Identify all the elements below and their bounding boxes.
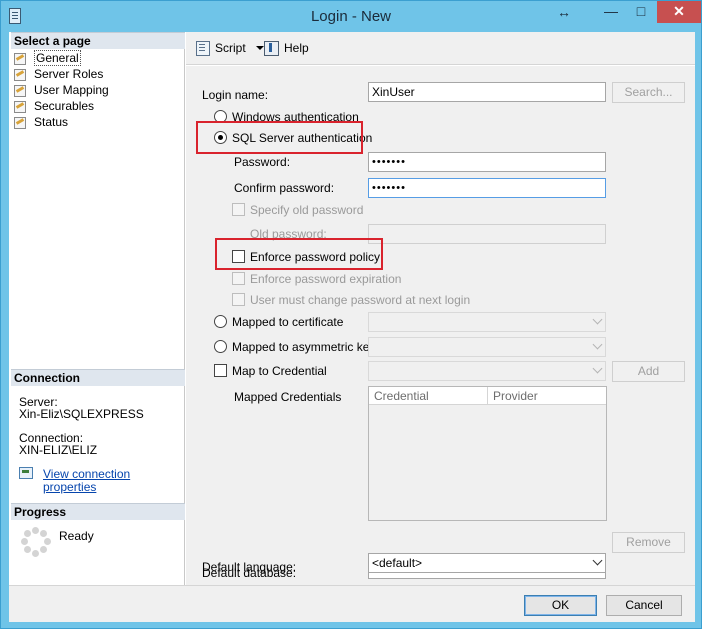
page-icon	[13, 100, 27, 113]
help-button[interactable]: Help	[264, 40, 309, 56]
script-icon	[195, 40, 211, 56]
nav-label: User Mapping	[34, 83, 109, 97]
toolbar: Script Help	[186, 32, 695, 65]
search-button[interactable]: Search...	[612, 82, 685, 103]
map-to-credential-checkbox[interactable]	[214, 364, 227, 377]
mapped-to-certificate-radio[interactable]	[214, 315, 227, 328]
certificate-select[interactable]	[368, 312, 606, 332]
ok-button[interactable]: OK	[524, 595, 597, 616]
nav-item-server-roles[interactable]: Server Roles	[13, 66, 109, 82]
page-nav: General Server Roles User Mapping Secura…	[13, 50, 109, 130]
password-input[interactable]: •••••••	[368, 152, 606, 172]
select-page-header: Select a page	[11, 32, 185, 49]
remove-credential-button[interactable]: Remove	[612, 532, 685, 553]
default-language-label: Default language:	[202, 560, 297, 574]
script-label: Script	[215, 40, 246, 55]
specify-old-password-checkbox[interactable]	[232, 203, 245, 216]
password-label: Password:	[234, 155, 291, 169]
must-change-password-label: User must change password at next login	[250, 293, 471, 307]
mapped-to-certificate-label: Mapped to certificate	[232, 315, 344, 329]
window-title: Login - New	[310, 8, 392, 25]
confirm-password-label: Confirm password:	[234, 181, 335, 195]
grid-column-credential[interactable]: Credential	[369, 387, 488, 405]
help-label: Help	[284, 40, 309, 55]
enforce-password-policy-checkbox[interactable]	[232, 250, 245, 263]
mapped-credentials-label: Mapped Credentials	[234, 390, 342, 404]
maximize-button[interactable]: □	[627, 1, 655, 23]
resize-arrows-icon: ↔	[557, 4, 571, 20]
script-button[interactable]: Script	[195, 40, 264, 56]
server-value: Xin-Eliz\SQLEXPRESS	[19, 407, 144, 421]
page-icon	[13, 68, 27, 81]
add-credential-button[interactable]: Add	[612, 361, 685, 382]
enforce-password-expiration-label: Enforce password expiration	[250, 272, 402, 286]
enforce-password-expiration-checkbox[interactable]	[232, 272, 245, 285]
login-new-window: Login - New ↔ — □ ✕ Select a page Genera…	[0, 0, 702, 629]
script-dropdown-icon[interactable]	[255, 45, 264, 50]
connection-header: Connection	[11, 369, 185, 386]
close-button[interactable]: ✕	[657, 1, 701, 23]
windows-auth-label: Windows authentication	[232, 110, 359, 124]
default-language-select[interactable]: <default>	[368, 553, 606, 573]
progress-spinner-icon	[21, 527, 51, 557]
mapped-credentials-grid[interactable]: Credential Provider	[368, 386, 607, 521]
nav-label: General	[34, 50, 81, 66]
credential-select[interactable]	[368, 361, 606, 381]
asymmetric-key-select[interactable]	[368, 337, 606, 357]
mapped-to-asymmetric-key-radio[interactable]	[214, 340, 227, 353]
chevron-down-icon	[592, 363, 603, 374]
view-connection-properties-link[interactable]: View connection properties	[43, 468, 184, 494]
map-to-credential-label: Map to Credential	[232, 364, 327, 378]
specify-old-password-label: Specify old password	[250, 203, 364, 217]
must-change-password-checkbox[interactable]	[232, 293, 245, 306]
connection-properties-icon	[19, 466, 33, 479]
connection-value: XIN-ELIZ\ELIZ	[19, 443, 98, 457]
sql-auth-radio[interactable]	[214, 131, 227, 144]
chevron-down-icon	[592, 339, 603, 350]
grid-column-provider[interactable]: Provider	[488, 387, 606, 405]
nav-item-status[interactable]: Status	[13, 114, 109, 130]
nav-label: Securables	[34, 99, 95, 113]
progress-status: Ready	[59, 529, 94, 543]
page-icon	[13, 52, 27, 65]
progress-header: Progress	[11, 503, 185, 520]
windows-auth-radio[interactable]	[214, 110, 227, 123]
old-password-input[interactable]	[368, 224, 606, 244]
nav-item-securables[interactable]: Securables	[13, 98, 109, 114]
page-icon	[13, 84, 27, 97]
cancel-button[interactable]: Cancel	[606, 595, 682, 616]
left-pane: Select a page General Server Roles User …	[9, 32, 185, 585]
enforce-password-policy-label: Enforce password policy	[250, 250, 381, 264]
minimize-button[interactable]: —	[597, 1, 625, 23]
login-name-input[interactable]: XinUser	[368, 82, 606, 102]
default-language-value: <default>	[372, 556, 423, 570]
grid-header: Credential Provider	[369, 387, 606, 405]
nav-label: Server Roles	[34, 67, 104, 81]
title-bar[interactable]: Login - New ↔ — □ ✕	[1, 1, 701, 32]
nav-item-user-mapping[interactable]: User Mapping	[13, 82, 109, 98]
chevron-down-icon	[592, 555, 603, 566]
nav-label: Status	[34, 115, 69, 129]
login-name-label: Login name:	[202, 88, 269, 102]
confirm-password-input[interactable]: •••••••	[368, 178, 606, 198]
nav-item-general[interactable]: General	[13, 50, 109, 66]
help-icon	[264, 40, 280, 56]
dialog-client-area: Select a page General Server Roles User …	[9, 32, 695, 622]
general-page-form: Login name: XinUser Search... Windows au…	[186, 66, 695, 585]
page-icon	[13, 116, 27, 129]
mapped-to-asymmetric-key-label: Mapped to asymmetric key	[232, 340, 376, 354]
dialog-footer: OK Cancel	[9, 585, 695, 622]
sql-auth-label: SQL Server authentication	[232, 131, 373, 145]
chevron-down-icon	[592, 314, 603, 325]
old-password-label: Old password:	[250, 227, 327, 241]
